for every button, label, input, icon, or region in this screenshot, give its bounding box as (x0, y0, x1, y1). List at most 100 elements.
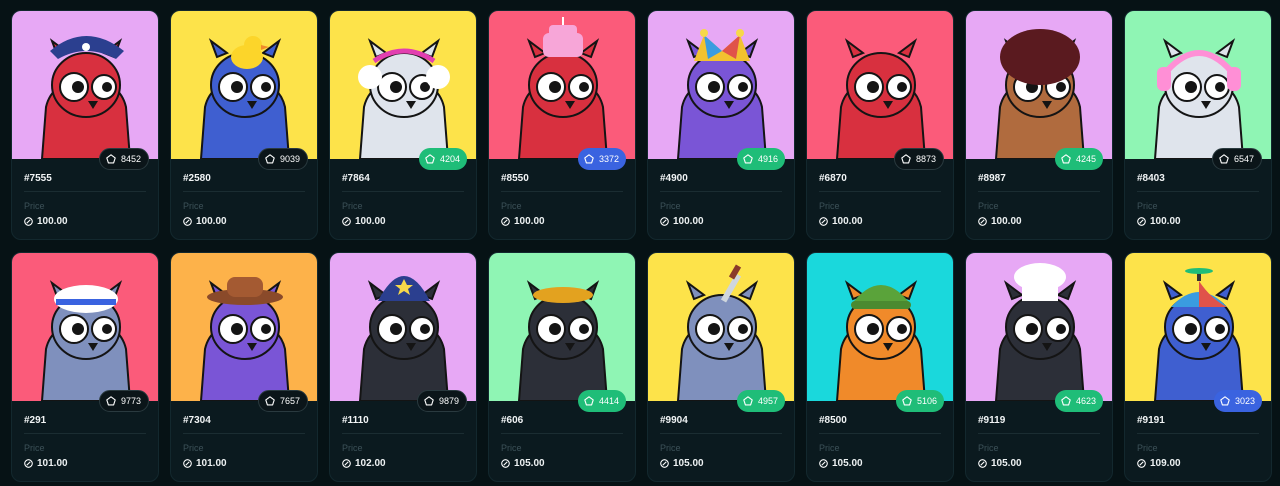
price-amount: 100.00 (832, 216, 863, 227)
price-amount: 100.00 (673, 216, 704, 227)
price-value: 100.00 (342, 216, 386, 227)
nft-image (489, 253, 635, 401)
rarity-rank: 6547 (1233, 154, 1254, 164)
nft-card[interactable]: 8873 #6870 Price 100.00 (806, 10, 954, 240)
rarity-badge: 9039 (257, 148, 308, 170)
rarity-badge: 3023 (1213, 390, 1262, 412)
divider (183, 191, 305, 192)
ton-icon (501, 217, 510, 226)
divider (501, 433, 623, 434)
price-amount: 100.00 (1150, 216, 1181, 227)
nft-number: #291 (24, 415, 47, 426)
pentagon-icon (743, 154, 753, 164)
ton-icon (501, 459, 510, 468)
divider (978, 433, 1100, 434)
rarity-badge: 5106 (895, 390, 944, 412)
divider (501, 191, 623, 192)
nft-card[interactable]: 4414 #606 Price 105.00 (488, 252, 636, 482)
pentagon-icon (1220, 396, 1230, 406)
nft-image (966, 11, 1112, 159)
price-label: Price (501, 201, 522, 211)
pentagon-icon (1061, 396, 1071, 406)
pentagon-icon (901, 154, 911, 164)
divider (342, 433, 464, 434)
divider (819, 433, 941, 434)
nft-image (966, 253, 1112, 401)
nft-card[interactable]: 5106 #8500 Price 105.00 (806, 252, 954, 482)
nft-card[interactable]: 6547 #8403 Price 100.00 (1124, 10, 1272, 240)
nft-card[interactable]: 4623 #9119 Price 105.00 (965, 252, 1113, 482)
price-value: 100.00 (660, 216, 704, 227)
divider (1137, 191, 1259, 192)
price-value: 105.00 (978, 458, 1022, 469)
ton-icon (183, 459, 192, 468)
pentagon-icon (1061, 154, 1071, 164)
price-value: 100.00 (24, 216, 68, 227)
price-amount: 100.00 (355, 216, 386, 227)
price-label: Price (978, 443, 999, 453)
price-value: 101.00 (183, 458, 227, 469)
ton-icon (978, 459, 987, 468)
price-amount: 101.00 (196, 458, 227, 469)
nft-number: #9119 (978, 415, 1006, 426)
nft-card[interactable]: 4916 #4900 Price 100.00 (647, 10, 795, 240)
nft-image (1125, 11, 1271, 159)
rarity-rank: 9773 (120, 396, 141, 406)
rarity-badge: 4204 (418, 148, 467, 170)
nft-card[interactable]: 4245 #8987 Price 100.00 (965, 10, 1113, 240)
rarity-rank: 3372 (598, 154, 619, 164)
rarity-badge: 4414 (577, 390, 626, 412)
divider (978, 191, 1100, 192)
price-label: Price (819, 443, 840, 453)
nft-number: #9904 (660, 415, 688, 426)
price-label: Price (978, 201, 999, 211)
nft-card[interactable]: 8452 #7555 Price 100.00 (11, 10, 159, 240)
divider (183, 433, 305, 434)
pentagon-icon (106, 154, 116, 164)
price-value: 100.00 (183, 216, 227, 227)
nft-card[interactable]: 7657 #7304 Price 101.00 (170, 252, 318, 482)
divider (819, 191, 941, 192)
price-label: Price (24, 201, 45, 211)
rarity-rank: 3023 (1234, 396, 1255, 406)
price-amount: 101.00 (37, 458, 68, 469)
rarity-badge: 4245 (1054, 148, 1103, 170)
nft-image (330, 11, 476, 159)
ton-icon (978, 217, 987, 226)
pentagon-icon (265, 396, 275, 406)
nft-image (807, 11, 953, 159)
nft-card[interactable]: 9879 #1110 Price 102.00 (329, 252, 477, 482)
rarity-badge: 7657 (257, 390, 308, 412)
rarity-badge: 8873 (893, 148, 944, 170)
divider (660, 433, 782, 434)
divider (660, 191, 782, 192)
rarity-badge: 4957 (736, 390, 785, 412)
rarity-badge: 8452 (98, 148, 149, 170)
pentagon-icon (106, 396, 116, 406)
rarity-rank: 9879 (438, 396, 459, 406)
nft-card[interactable]: 4957 #9904 Price 105.00 (647, 252, 795, 482)
nft-image (171, 11, 317, 159)
nft-image (171, 253, 317, 401)
price-value: 100.00 (819, 216, 863, 227)
rarity-rank: 7657 (279, 396, 300, 406)
nft-number: #8500 (819, 415, 847, 426)
nft-card[interactable]: 3023 #9191 Price 109.00 (1124, 252, 1272, 482)
nft-card[interactable]: 9039 #2580 Price 100.00 (170, 10, 318, 240)
price-value: 109.00 (1137, 458, 1181, 469)
ton-icon (660, 459, 669, 468)
ton-icon (342, 217, 351, 226)
price-value: 100.00 (1137, 216, 1181, 227)
rarity-rank: 5106 (916, 396, 937, 406)
price-label: Price (660, 443, 681, 453)
nft-number: #8403 (1137, 173, 1165, 184)
nft-card[interactable]: 9773 #291 Price 101.00 (11, 252, 159, 482)
nft-card[interactable]: 4204 #7864 Price 100.00 (329, 10, 477, 240)
nft-image (1125, 253, 1271, 401)
price-amount: 100.00 (514, 216, 545, 227)
nft-image (648, 11, 794, 159)
price-amount: 105.00 (991, 458, 1022, 469)
nft-card[interactable]: 3372 #8550 Price 100.00 (488, 10, 636, 240)
price-value: 102.00 (342, 458, 386, 469)
nft-grid: 8452 #7555 Price 100.00 9039 #2580 Price… (11, 10, 1272, 482)
